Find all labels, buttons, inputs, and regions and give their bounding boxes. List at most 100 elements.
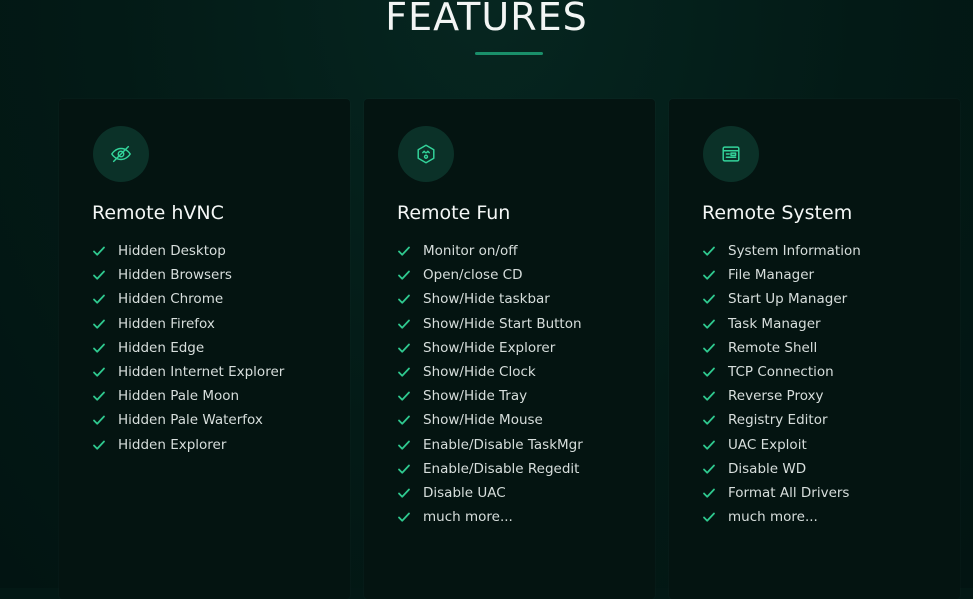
feature-label: UAC Exploit: [728, 436, 807, 453]
check-icon: [397, 317, 411, 331]
feature-item: Start Up Manager: [702, 287, 861, 311]
feature-label: Hidden Pale Waterfox: [118, 412, 263, 429]
check-icon: [397, 438, 411, 452]
feature-item: Enable/Disable Regedit: [397, 457, 583, 481]
check-icon: [702, 486, 716, 500]
feature-label: Disable WD: [728, 460, 807, 477]
feature-item: Hidden Edge: [92, 336, 284, 360]
feature-item: System Information: [702, 239, 861, 263]
feature-label: Enable/Disable TaskMgr: [423, 436, 583, 453]
feature-item: Hidden Pale Waterfox: [92, 408, 284, 432]
feature-label: Remote Shell: [728, 339, 818, 356]
feature-label: Reverse Proxy: [728, 388, 824, 405]
check-icon: [702, 244, 716, 258]
feature-item: Hidden Firefox: [92, 312, 284, 336]
feature-item: much more...: [702, 505, 861, 529]
feature-item: Show/Hide Tray: [397, 384, 583, 408]
card-title: Remote Fun: [397, 202, 511, 224]
feature-item: Task Manager: [702, 312, 861, 336]
feature-item: Format All Drivers: [702, 481, 861, 505]
feature-label: TCP Connection: [728, 364, 834, 381]
title-underline: [475, 52, 543, 55]
feature-label: Hidden Pale Moon: [118, 388, 240, 405]
feature-label: Hidden Desktop: [118, 243, 226, 260]
check-icon: [397, 292, 411, 306]
check-icon: [702, 341, 716, 355]
feature-item: Hidden Explorer: [92, 433, 284, 457]
feature-item: Show/Hide Clock: [397, 360, 583, 384]
feature-list: Monitor on/off Open/close CD Show/Hide t…: [397, 239, 583, 529]
check-icon: [397, 486, 411, 500]
check-icon: [702, 389, 716, 403]
feature-item: Hidden Desktop: [92, 239, 284, 263]
card-title: Remote hVNC: [92, 202, 224, 224]
feature-item: Show/Hide taskbar: [397, 287, 583, 311]
fun-face-icon: [398, 126, 454, 182]
feature-label: Show/Hide taskbar: [423, 291, 550, 308]
check-icon: [397, 389, 411, 403]
feature-item: File Manager: [702, 263, 861, 287]
check-icon: [702, 510, 716, 524]
feature-item: TCP Connection: [702, 360, 861, 384]
feature-list: System Information File Manager Start Up…: [702, 239, 861, 529]
check-icon: [397, 462, 411, 476]
feature-label: Show/Hide Tray: [423, 388, 528, 405]
feature-card-hvnc: Remote hVNC Hidden Desktop Hidden Browse…: [59, 99, 350, 599]
check-icon: [397, 413, 411, 427]
feature-label: Show/Hide Clock: [423, 364, 536, 381]
feature-item: Show/Hide Start Button: [397, 312, 583, 336]
feature-label: much more...: [423, 509, 513, 526]
feature-item: Remote Shell: [702, 336, 861, 360]
check-icon: [92, 341, 106, 355]
feature-label: Monitor on/off: [423, 243, 518, 260]
feature-label: Hidden Firefox: [118, 315, 215, 332]
check-icon: [702, 317, 716, 331]
check-icon: [92, 244, 106, 258]
feature-item: Hidden Browsers: [92, 263, 284, 287]
check-icon: [702, 292, 716, 306]
check-icon: [92, 413, 106, 427]
check-icon: [702, 413, 716, 427]
feature-item: Show/Hide Mouse: [397, 408, 583, 432]
eye-off-icon: [93, 126, 149, 182]
feature-item: Open/close CD: [397, 263, 583, 287]
feature-item: Registry Editor: [702, 408, 861, 432]
check-icon: [702, 365, 716, 379]
feature-item: Disable WD: [702, 457, 861, 481]
check-icon: [397, 510, 411, 524]
check-icon: [397, 268, 411, 282]
feature-item: UAC Exploit: [702, 433, 861, 457]
feature-item: Monitor on/off: [397, 239, 583, 263]
check-icon: [92, 389, 106, 403]
feature-item: Disable UAC: [397, 481, 583, 505]
feature-item: Show/Hide Explorer: [397, 336, 583, 360]
feature-label: Registry Editor: [728, 412, 828, 429]
feature-label: Hidden Browsers: [118, 267, 232, 284]
check-icon: [702, 268, 716, 282]
feature-label: Start Up Manager: [728, 291, 848, 308]
feature-label: Format All Drivers: [728, 484, 850, 501]
feature-label: Show/Hide Start Button: [423, 315, 582, 332]
check-icon: [92, 438, 106, 452]
feature-item: Hidden Chrome: [92, 287, 284, 311]
feature-label: Hidden Chrome: [118, 291, 224, 308]
feature-label: System Information: [728, 243, 861, 260]
section-title: FEATURES: [385, 0, 588, 39]
check-icon: [702, 462, 716, 476]
check-icon: [92, 365, 106, 379]
check-icon: [702, 438, 716, 452]
system-window-icon: [703, 126, 759, 182]
feature-item: much more...: [397, 505, 583, 529]
check-icon: [397, 341, 411, 355]
feature-label: Task Manager: [728, 315, 821, 332]
check-icon: [92, 292, 106, 306]
check-icon: [397, 244, 411, 258]
feature-label: Hidden Explorer: [118, 436, 227, 453]
feature-list: Hidden Desktop Hidden Browsers Hidden Ch…: [92, 239, 284, 457]
feature-label: much more...: [728, 509, 818, 526]
feature-label: Hidden Edge: [118, 339, 205, 356]
feature-label: Hidden Internet Explorer: [118, 364, 285, 381]
card-title: Remote System: [702, 202, 853, 224]
feature-item: Hidden Internet Explorer: [92, 360, 284, 384]
feature-label: Disable UAC: [423, 484, 506, 501]
